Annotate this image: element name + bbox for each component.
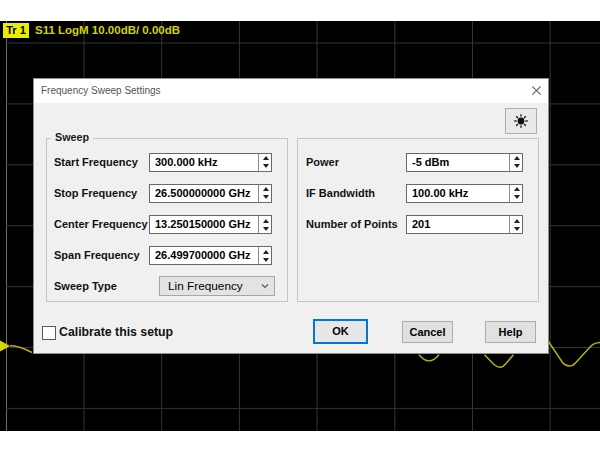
spin-down-icon[interactable] [510,225,523,234]
if-bandwidth-field[interactable]: 100.00 kHz [406,184,523,203]
spin-down-icon[interactable] [259,162,272,171]
sweep-group-label: Sweep [51,131,93,143]
sweep-type-value: Lin Frequency [168,277,243,295]
spin-down-icon[interactable] [259,225,272,234]
spin-up-icon[interactable] [510,216,523,225]
spin-up-icon[interactable] [510,185,523,194]
number-of-points-value[interactable]: 201 [412,216,430,233]
number-of-points-field[interactable]: 201 [406,215,523,234]
calibrate-checkbox-label: Calibrate this setup [59,325,173,339]
if-bandwidth-label: IF Bandwidth [306,184,375,203]
spin-down-icon[interactable] [259,193,272,202]
stop-frequency-field[interactable]: 26.500000000 GHz [149,184,272,203]
trace-status-bar: Tr 1 S11 LogM 10.00dB/ 0.00dB [0,21,600,41]
span-frequency-value[interactable]: 26.499700000 GHz [155,247,250,264]
center-frequency-label: Center Frequency [54,215,148,234]
span-frequency-spinner[interactable] [258,247,271,264]
dialog-title: Frequency Sweep Settings [41,85,161,96]
trace-number-badge[interactable]: Tr 1 [3,23,29,38]
cancel-button[interactable]: Cancel [402,321,453,343]
if-bandwidth-value[interactable]: 100.00 kHz [412,185,468,202]
close-icon[interactable] [530,84,543,97]
span-frequency-field[interactable]: 26.499700000 GHz [149,246,272,265]
ok-button[interactable]: OK [313,319,368,344]
sun-icon [506,109,536,133]
start-frequency-spinner[interactable] [258,154,271,171]
spin-down-icon[interactable] [510,162,523,171]
number-of-points-spinner[interactable] [509,216,522,233]
span-frequency-label: Span Frequency [54,246,140,265]
chevron-down-icon [261,282,269,290]
center-frequency-spinner[interactable] [258,216,271,233]
center-frequency-field[interactable]: 13.250150000 GHz [149,215,272,234]
power-label: Power [306,153,339,172]
start-frequency-value[interactable]: 300.000 kHz [155,154,217,171]
spin-up-icon[interactable] [510,154,523,163]
center-frequency-value[interactable]: 13.250150000 GHz [155,216,250,233]
spin-down-icon[interactable] [510,193,523,202]
sweep-type-dropdown[interactable]: Lin Frequency [159,276,275,296]
sweep-type-label: Sweep Type [54,277,117,296]
spin-up-icon[interactable] [259,216,272,225]
spin-up-icon[interactable] [259,247,272,256]
brightness-button[interactable] [505,108,537,134]
calibrate-checkbox[interactable] [42,326,56,340]
frequency-sweep-settings-dialog: Frequency Sweep Settings Sweep Start Fre… [33,78,549,354]
power-spinner[interactable] [509,154,522,171]
start-frequency-field[interactable]: 300.000 kHz [149,153,272,172]
start-frequency-label: Start Frequency [54,153,138,172]
spin-down-icon[interactable] [259,256,272,265]
power-value[interactable]: -5 dBm [412,154,449,171]
number-of-points-label: Number of Points [306,215,398,234]
trace-measurement-info: S11 LogM 10.00dB/ 0.00dB [35,23,180,38]
stop-frequency-label: Stop Frequency [54,184,137,203]
spin-up-icon[interactable] [259,154,272,163]
help-button[interactable]: Help [485,321,536,343]
stop-frequency-spinner[interactable] [258,185,271,202]
power-field[interactable]: -5 dBm [406,153,523,172]
dialog-titlebar[interactable]: Frequency Sweep Settings [34,79,548,103]
if-bandwidth-spinner[interactable] [509,185,522,202]
stop-frequency-value[interactable]: 26.500000000 GHz [155,185,250,202]
spin-up-icon[interactable] [259,185,272,194]
